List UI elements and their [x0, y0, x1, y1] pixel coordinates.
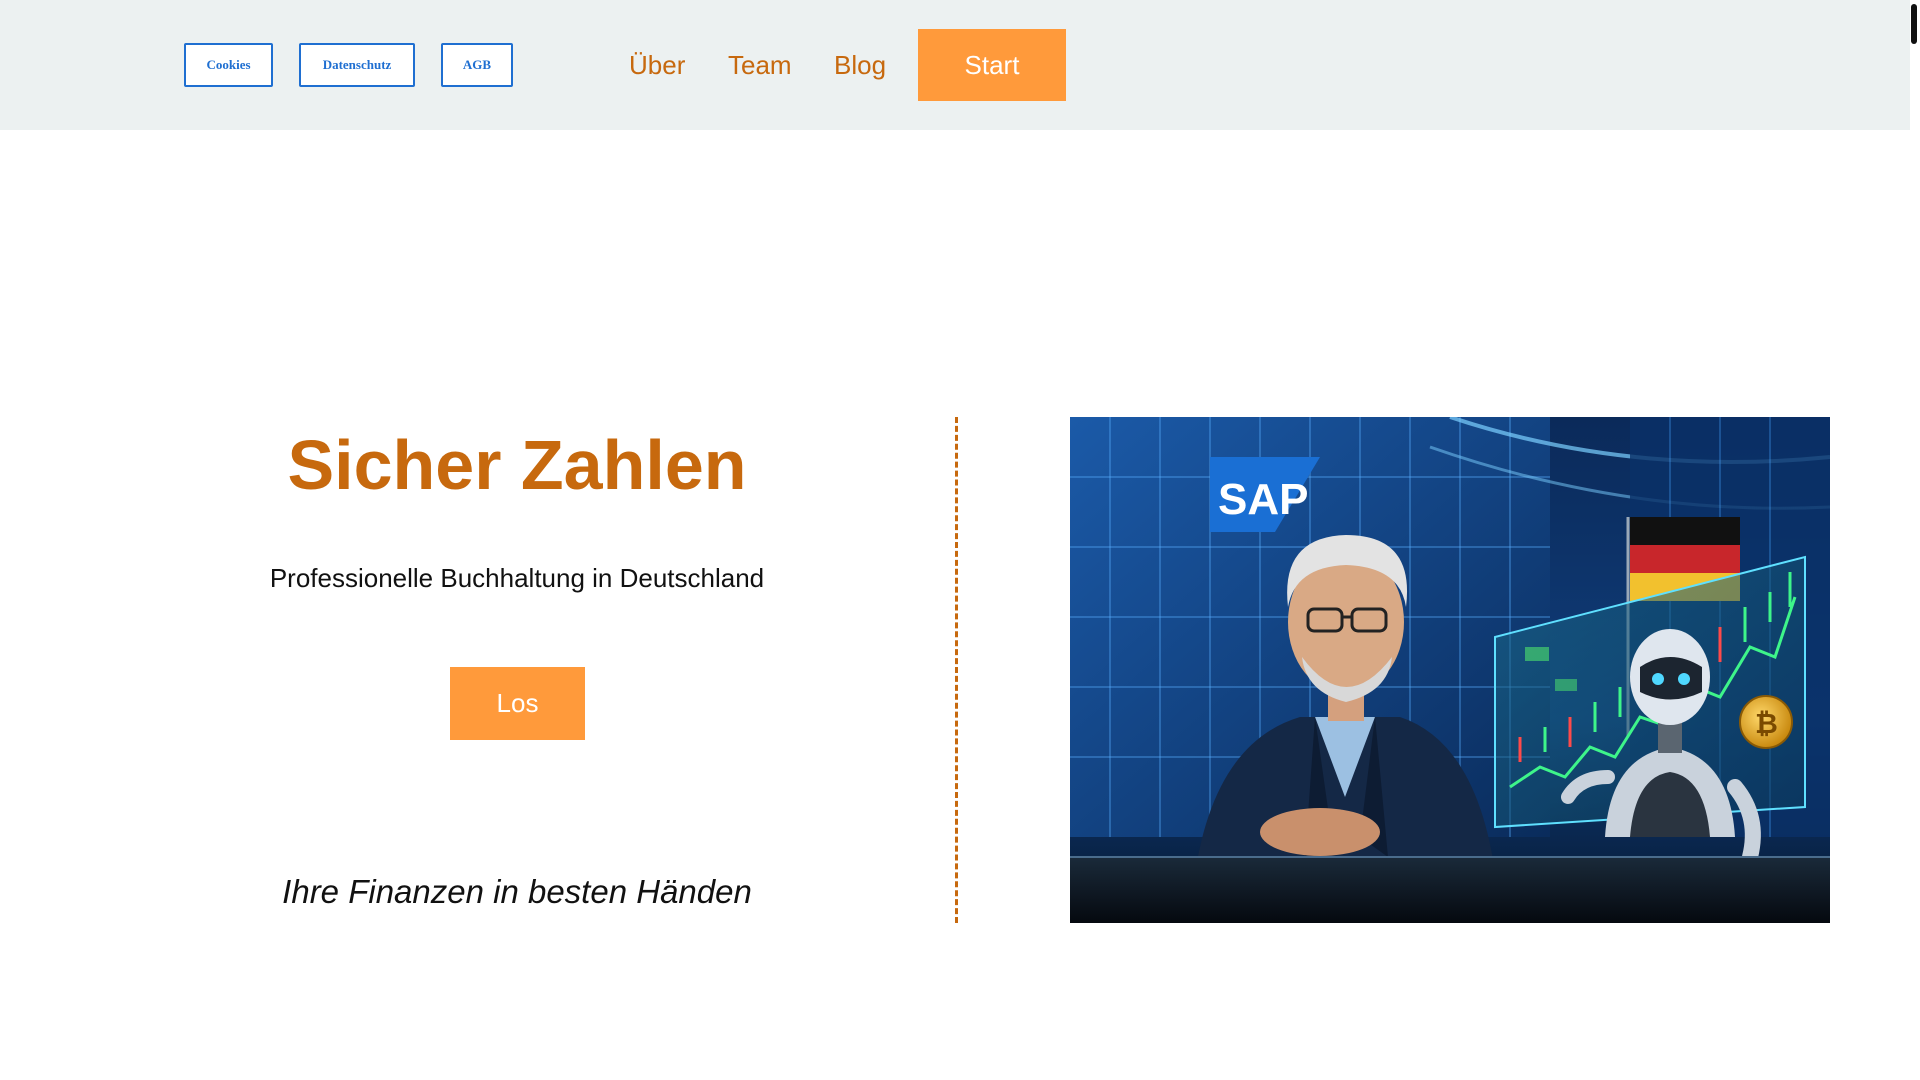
svg-text:SAP: SAP — [1218, 475, 1308, 524]
bitcoin-coin: ₿ — [1739, 695, 1793, 749]
start-button[interactable]: Start — [918, 29, 1066, 101]
los-button[interactable]: Los — [450, 667, 585, 740]
hero-title: Sicher Zahlen — [287, 426, 747, 504]
agb-button[interactable]: AGB — [441, 43, 513, 87]
desk-surface — [1070, 857, 1830, 923]
svg-text:₿: ₿ — [1755, 707, 1778, 740]
scrollbar-thumb[interactable] — [1911, 4, 1917, 44]
nav-link-team[interactable]: Team — [728, 48, 792, 82]
top-header: Cookies Datenschutz AGB Über Team Blog S… — [0, 0, 1910, 130]
datenschutz-button[interactable]: Datenschutz — [299, 43, 415, 87]
nav-link-blog[interactable]: Blog — [834, 48, 886, 82]
hero-image: SAP ₿ — [1070, 417, 1830, 923]
nav-link-ueber[interactable]: Über — [629, 48, 685, 82]
dashed-divider — [955, 417, 958, 923]
sap-sign: SAP — [1210, 457, 1320, 532]
hero-subtitle: Professionelle Buchhaltung in Deutschlan… — [269, 563, 765, 593]
hero-tagline: Ihre Finanzen in besten Händen — [282, 873, 752, 910]
cookies-button[interactable]: Cookies — [184, 43, 273, 87]
